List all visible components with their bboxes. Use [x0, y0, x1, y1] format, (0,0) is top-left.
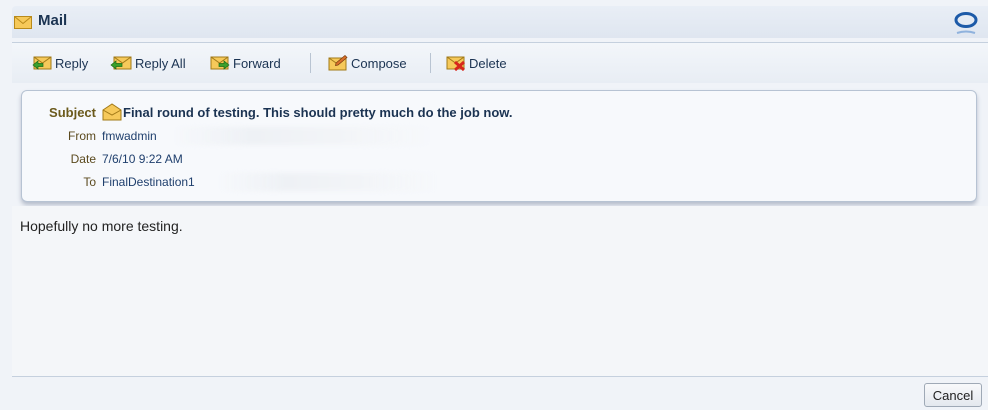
- envelope-icon: [14, 16, 32, 32]
- delete-label: Delete: [469, 55, 507, 71]
- reply-all-label: Reply All: [135, 55, 186, 71]
- delete-button[interactable]: Delete: [446, 53, 507, 73]
- open-envelope-icon: [102, 103, 122, 124]
- cancel-button[interactable]: Cancel: [924, 383, 982, 407]
- mail-window: Mail Reply Reply All Forward Compose Del…: [0, 0, 988, 410]
- reply-icon: [32, 56, 52, 70]
- message-body-text: Hopefully no more testing.: [20, 218, 183, 234]
- toolbar-divider: [430, 53, 431, 73]
- from-value[interactable]: fmwadmin: [102, 129, 157, 143]
- toolbar-divider: [310, 53, 311, 73]
- subject-label: Subject: [49, 105, 96, 120]
- redacted-region: [172, 127, 432, 145]
- reply-button[interactable]: Reply: [32, 53, 88, 73]
- date-value: 7/6/10 9:22 AM: [102, 152, 183, 166]
- compose-icon: [328, 55, 348, 71]
- message-header-panel: Subject Final round of testing. This sho…: [21, 90, 977, 202]
- redacted-region: [218, 173, 438, 191]
- title-bar: Mail: [12, 6, 988, 38]
- to-value[interactable]: FinalDestination1: [102, 175, 195, 189]
- forward-button[interactable]: Forward: [210, 53, 281, 73]
- reply-label: Reply: [55, 55, 89, 71]
- message-body: Hopefully no more testing.: [12, 206, 988, 377]
- oracle-logo-icon: [954, 8, 978, 41]
- compose-button[interactable]: Compose: [328, 53, 407, 73]
- window-title: Mail: [38, 12, 68, 29]
- date-label: Date: [70, 152, 96, 166]
- to-label: To: [83, 175, 96, 189]
- forward-icon: [210, 56, 230, 70]
- from-label: From: [68, 129, 96, 143]
- compose-label: Compose: [351, 55, 407, 71]
- delete-icon: [446, 56, 465, 71]
- reply-all-icon: [110, 56, 132, 70]
- subject-value: Final round of testing. This should pret…: [123, 105, 513, 120]
- forward-label: Forward: [233, 55, 281, 71]
- reply-all-button[interactable]: Reply All: [110, 53, 186, 73]
- toolbar: Reply Reply All Forward Compose Delete: [12, 42, 988, 83]
